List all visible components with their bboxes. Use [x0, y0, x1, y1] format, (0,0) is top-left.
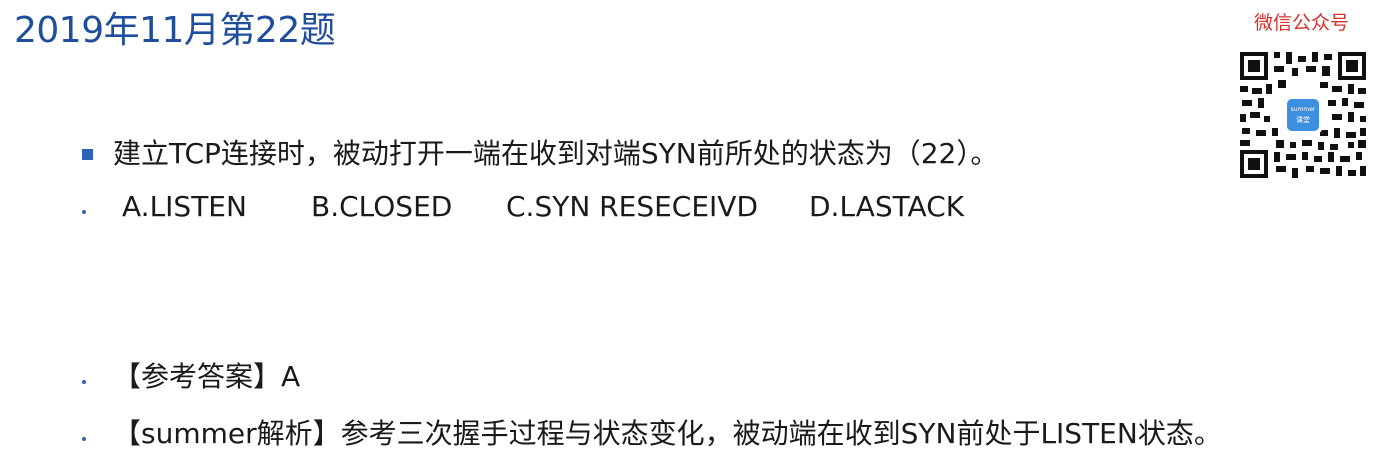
question-bullet: [82, 149, 93, 160]
wechat-label: 微信公众号: [1254, 12, 1350, 34]
analysis-text: 【summer解析】参考三次握手过程与状态变化，被动端在收到SYN前处于LIST…: [113, 417, 1222, 450]
svg-text:课堂: 课堂: [1296, 115, 1310, 124]
option-c: C.SYN RESECEIVD: [506, 190, 758, 223]
svg-text:summer: summer: [1291, 106, 1316, 113]
wechat-qr-code: summer 课堂: [1236, 48, 1370, 182]
question-stem: 建立TCP连接时，被动打开一端在收到对端SYN前所处的状态为（22）。: [113, 137, 999, 170]
option-b: B.CLOSED: [311, 190, 453, 223]
option-a: A.LISTEN: [122, 190, 247, 223]
option-d: D.LASTACK: [809, 190, 965, 223]
page-title: 2019年11月第22题: [14, 10, 336, 51]
options-bullet: [82, 210, 86, 214]
answer-text: 【参考答案】A: [113, 360, 301, 393]
analysis-bullet: [82, 437, 86, 441]
answer-bullet: [82, 380, 86, 384]
